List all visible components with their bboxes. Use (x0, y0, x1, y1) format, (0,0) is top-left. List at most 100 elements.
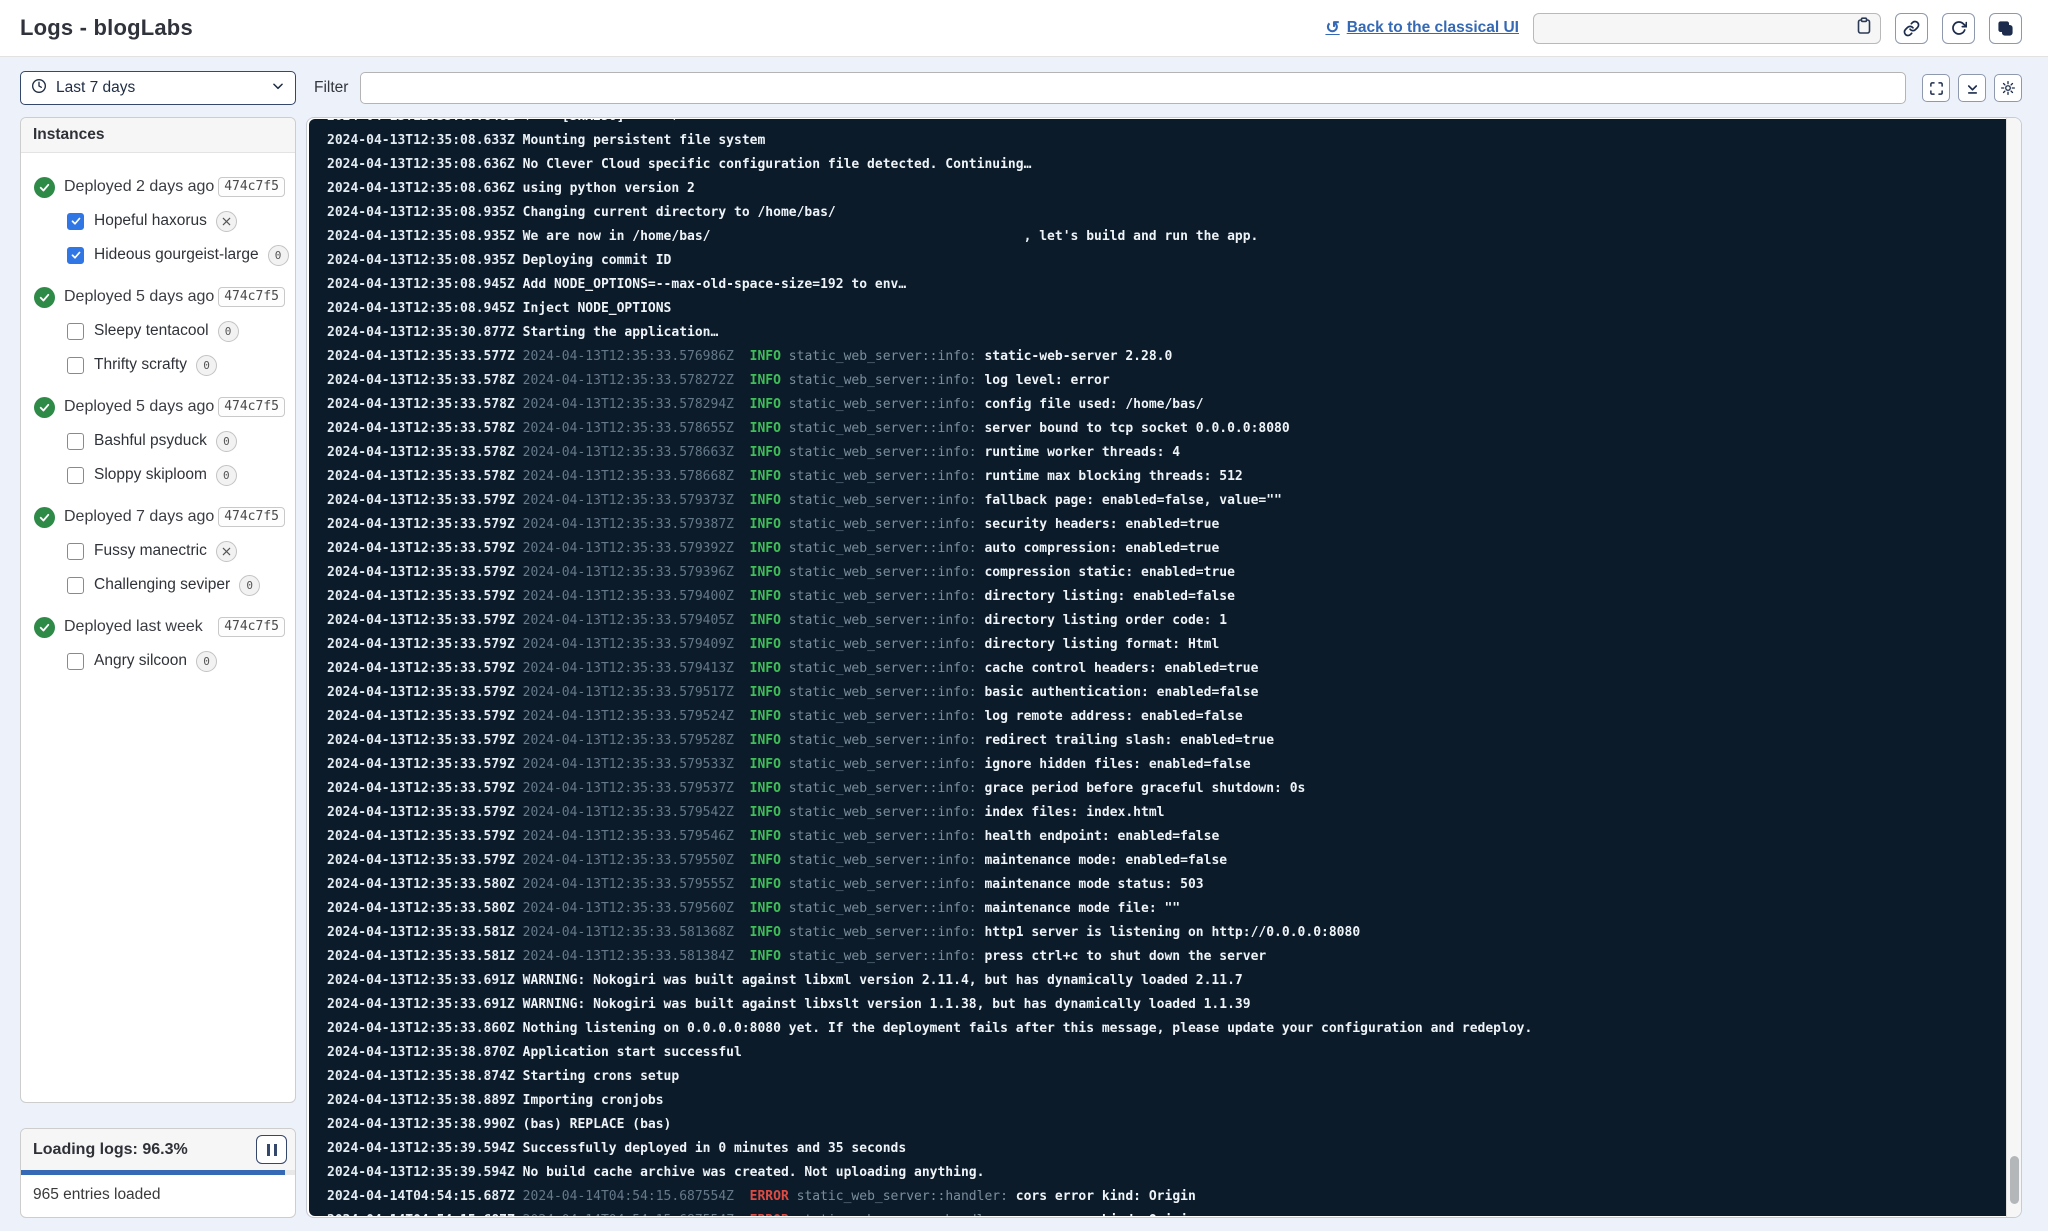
log-level: INFO (750, 613, 781, 628)
log-level: INFO (750, 493, 781, 508)
log-precise-timestamp: 2024-04-13T12:35:33.578663Z (523, 445, 734, 460)
instance-checkbox[interactable] (67, 543, 84, 560)
instance-checkbox[interactable] (67, 247, 84, 264)
filter-input[interactable] (360, 72, 1906, 104)
instance-name: Angry silcoon (94, 652, 187, 670)
instance-row[interactable]: Sloppy skiploom0 (67, 461, 295, 489)
deployment-group-header[interactable]: Deployed 5 days ago474c7f5 (21, 393, 295, 421)
log-precise-timestamp: 2024-04-13T12:35:33.579528Z (523, 733, 734, 748)
instance-checkbox[interactable] (67, 467, 84, 484)
log-line: 2024-04-13T12:35:33.579Z 2024-04-13T12:3… (327, 681, 2006, 705)
log-timestamp: 2024-04-13T12:35:38.870Z (327, 1045, 515, 1060)
log-message: index files: index.html (984, 805, 1164, 820)
instance-checkbox[interactable] (67, 433, 84, 450)
log-message: log level: error (984, 373, 1109, 388)
instance-row[interactable]: Fussy manectric (67, 537, 295, 565)
instance-checkbox[interactable] (67, 653, 84, 670)
log-message: using python version 2 (523, 181, 695, 196)
instance-row[interactable]: Angry silcoon0 (67, 647, 295, 675)
deployment-group-header[interactable]: Deployed 2 days ago474c7f5 (21, 173, 295, 201)
log-line: 2024-04-13T12:35:33.579Z 2024-04-13T12:3… (327, 849, 2006, 873)
instance-checkbox[interactable] (67, 357, 84, 374)
clipboard-icon[interactable] (1856, 17, 1872, 40)
instance-row[interactable]: Sleepy tentacool0 (67, 317, 295, 345)
log-line: 2024-04-13T12:35:38.990Z (bas) REPLACE (… (327, 1113, 2006, 1137)
undo-arrow-icon: ↺ (1325, 18, 1339, 38)
deployment-label: Deployed 7 days ago (64, 508, 214, 526)
log-source: static_web_server::info: (789, 925, 977, 940)
scroll-to-bottom-button[interactable] (1958, 74, 1986, 102)
settings-button[interactable] (1994, 74, 2022, 102)
log-source: static_web_server::info: (789, 853, 977, 868)
log-source: static_web_server::info: (789, 637, 977, 652)
instance-row[interactable]: Challenging seviper0 (67, 571, 295, 599)
log-message: WARNING: Nokogiri was built against libx… (523, 997, 1251, 1012)
log-precise-timestamp: 2024-04-13T12:35:33.578655Z (523, 421, 734, 436)
log-message: config file used: /home/bas/ (984, 397, 1203, 412)
log-level: INFO (750, 421, 781, 436)
log-line: 2024-04-13T12:35:33.579Z 2024-04-13T12:3… (327, 753, 2006, 777)
deployment-group: Deployed 5 days ago474c7f5 Sleepy tentaco… (21, 283, 295, 379)
log-viewer[interactable]: 2024-04-13T12:35:07.648Z ↳ [SHA256] ↲202… (309, 119, 2006, 1216)
toolbar: Last 7 days Filter (20, 71, 2022, 105)
log-timestamp: 2024-04-13T12:35:33.579Z (327, 661, 515, 676)
chevron-down-icon (271, 79, 285, 98)
log-scrollbar[interactable] (2006, 118, 2021, 1217)
log-timestamp: 2024-04-13T12:35:33.691Z (327, 973, 515, 988)
back-to-classical-link[interactable]: ↺ Back to the classical UI (1325, 18, 1519, 38)
log-timestamp: 2024-04-13T12:35:33.691Z (327, 997, 515, 1012)
build-tools-icon (216, 541, 237, 562)
commit-hash-badge: 474c7f5 (218, 177, 285, 197)
log-precise-timestamp: 2024-04-13T12:35:33.579373Z (523, 493, 734, 508)
deployment-group-header[interactable]: Deployed last week474c7f5 (21, 613, 295, 641)
instance-checkbox[interactable] (67, 213, 84, 230)
log-message: Successfully deployed in 0 minutes and 3… (523, 1141, 907, 1156)
deployment-group-header[interactable]: Deployed 7 days ago474c7f5 (21, 503, 295, 531)
log-timestamp: 2024-04-13T12:35:08.945Z (327, 277, 515, 292)
log-timestamp: 2024-04-13T12:35:33.860Z (327, 1021, 515, 1036)
log-message: directory listing: enabled=false (984, 589, 1234, 604)
instance-count-badge: 0 (268, 245, 289, 266)
copy-link-button[interactable] (1895, 13, 1928, 44)
instance-checkbox[interactable] (67, 577, 84, 594)
log-message: security headers: enabled=true (984, 517, 1219, 532)
log-lines: 2024-04-13T12:35:07.648Z ↳ [SHA256] ↲202… (309, 119, 2006, 1216)
duplicate-view-button[interactable] (1989, 13, 2022, 44)
log-level: INFO (750, 925, 781, 940)
log-line: 2024-04-13T12:35:38.889Z Importing cronj… (327, 1089, 2006, 1113)
instance-row[interactable]: Hopeful haxorus (67, 207, 295, 235)
log-source: static_web_server::info: (789, 709, 977, 724)
pause-button[interactable] (256, 1135, 287, 1164)
log-message: directory listing order code: 1 (984, 613, 1227, 628)
left-column: Instances Deployed 2 days ago474c7f5Hope… (20, 117, 296, 1218)
log-message: No build cache archive was created. Not … (523, 1165, 985, 1180)
log-scrollbar-thumb[interactable] (2010, 1156, 2019, 1204)
log-source: static_web_server::info: (789, 877, 977, 892)
log-precise-timestamp: 2024-04-13T12:35:33.578272Z (523, 373, 734, 388)
deployment-group-header[interactable]: Deployed 5 days ago474c7f5 (21, 283, 295, 311)
instance-row[interactable]: Bashful psyduck0 (67, 427, 295, 455)
instance-checkbox[interactable] (67, 323, 84, 340)
log-line: 2024-04-13T12:35:08.636Z No Clever Cloud… (327, 153, 2006, 177)
log-timestamp: 2024-04-13T12:35:33.579Z (327, 517, 515, 532)
log-level: INFO (750, 517, 781, 532)
instance-count-badge: 0 (216, 465, 237, 486)
date-range-input[interactable] (1542, 20, 1856, 36)
gear-icon (2000, 80, 2016, 96)
deployed-check-icon (34, 287, 55, 308)
log-message: Starting the application… (523, 325, 719, 340)
date-range-box[interactable] (1533, 13, 1881, 44)
header-actions: ↺ Back to the classical UI (1325, 13, 2022, 44)
refresh-button[interactable] (1942, 13, 1975, 44)
log-message: runtime worker threads: 4 (984, 445, 1180, 460)
log-message: grace period before graceful shutdown: 0… (984, 781, 1305, 796)
fullscreen-button[interactable] (1922, 74, 1950, 102)
instance-name: Sleepy tentacool (94, 322, 209, 340)
instance-name: Thrifty scrafty (94, 356, 187, 374)
log-timestamp: 2024-04-13T12:35:33.581Z (327, 925, 515, 940)
log-message: cors error kind: Origin (1016, 1189, 1196, 1204)
time-range-select[interactable]: Last 7 days (20, 71, 296, 105)
instance-row[interactable]: Thrifty scrafty0 (67, 351, 295, 379)
instance-row[interactable]: Hideous gourgeist-large0 (67, 241, 295, 269)
log-timestamp: 2024-04-13T12:35:38.874Z (327, 1069, 515, 1084)
